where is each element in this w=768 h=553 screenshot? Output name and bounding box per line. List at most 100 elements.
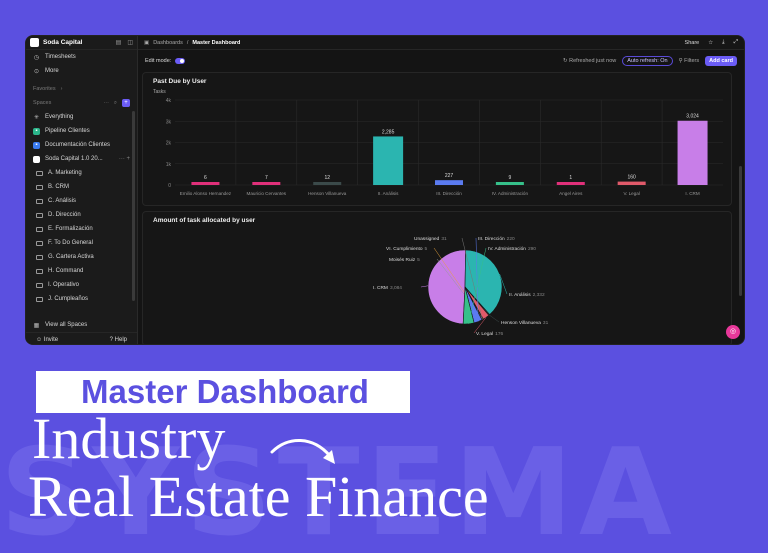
auto-refresh-button[interactable]: Auto refresh: On <box>622 56 673 66</box>
sidebar-folder-label: I. Operativo <box>48 282 80 288</box>
add-card-button[interactable]: Add card <box>705 56 737 66</box>
sidebar-folder-label: G. Cartera Activa <box>48 254 94 260</box>
bar[interactable] <box>191 182 220 185</box>
bar[interactable] <box>373 136 404 185</box>
sidebar-item-soda-space[interactable]: Soda Capital 1.0 20... ··· + <box>26 152 137 166</box>
topbar: ▣ Dashboards / Master Dashboard Share ☆ … <box>138 36 744 50</box>
dashboard-toolbar: Edit mode: ↻ Refreshed just now Auto ref… <box>138 51 744 71</box>
pie-label: Henson Villanueva 31 <box>501 320 549 326</box>
star-icon[interactable]: ☆ <box>708 40 713 46</box>
expand-icon[interactable]: ⤢ <box>734 39 738 46</box>
invite-button[interactable]: ☺ Invite <box>36 337 58 343</box>
space-icon <box>33 155 40 163</box>
refresh-label: Refreshed just now <box>569 58 617 64</box>
dashboard-icon: ▣ <box>144 39 150 46</box>
workspace-header[interactable]: Soda Capital ▤ ◫ <box>26 36 137 50</box>
help-button[interactable]: ? Help <box>110 337 127 343</box>
x-tick-label: V. Legal <box>623 191 639 196</box>
bar[interactable] <box>556 182 585 185</box>
bar[interactable] <box>313 182 342 185</box>
sidebar-folder-label: D. Dirección <box>48 212 81 218</box>
y-tick-label: 1k <box>166 162 172 168</box>
search-icon[interactable]: ⌕ <box>114 100 117 107</box>
sidebar-item-everything[interactable]: ✳ Everything <box>26 110 137 124</box>
everything-icon: ✳ <box>33 114 40 121</box>
folder-icon <box>36 184 43 190</box>
folder-icon <box>36 268 43 274</box>
sidebar-item-timesheets[interactable]: ◷ Timesheets <box>26 50 137 64</box>
sidebar-item-documentacion[interactable]: ▪ Documentación Clientes <box>26 138 137 152</box>
x-tick-label: Mauricio Cervantes <box>247 191 287 196</box>
bar-value-label: 2,285 <box>382 129 395 135</box>
sidebar-folder[interactable]: I. Operativo <box>26 278 137 292</box>
sidebar-item-label: Pipeline Clientes <box>45 128 90 134</box>
breadcrumb-separator: / <box>186 39 189 46</box>
bar-value-label: 6 <box>204 175 207 181</box>
sidebar-folder[interactable]: G. Cartera Activa <box>26 250 137 264</box>
bar[interactable] <box>252 182 281 185</box>
workspace-logo <box>30 38 39 47</box>
pie-label: Moisés Ruiz 5 <box>389 257 420 263</box>
sidebar-item-pipeline[interactable]: ▪ Pipeline Clientes <box>26 124 137 138</box>
favorites-header[interactable]: Favorites › <box>26 82 137 96</box>
sidebar-folder-label: B. CRM <box>48 184 69 190</box>
sidebar-item-label: Everything <box>45 114 74 120</box>
sidebar-item-more[interactable]: ⊙ More <box>26 64 137 78</box>
pie-label-name: VI. Cumplimiento <box>386 246 423 252</box>
auto-refresh-label: Auto refresh: On <box>627 58 668 64</box>
pie-label-name: Henson Villanueva <box>501 320 541 326</box>
bar[interactable] <box>677 120 708 185</box>
more-icon: ⊙ <box>33 68 40 75</box>
sidebar-folder[interactable]: E. Formalización <box>26 222 137 236</box>
industry-subtitle: Real Estate Finance <box>28 464 489 529</box>
pie-label: I. CRM 3,084 <box>373 285 402 291</box>
sidebar-folder[interactable]: C. Análisis <box>26 194 137 208</box>
inbox-icon[interactable]: ▤ <box>116 39 122 46</box>
grid-icon: ▦ <box>33 322 40 329</box>
main-scrollbar[interactable] <box>739 166 742 296</box>
pie-label-name: V. Legal <box>476 331 493 337</box>
bar-value-label: 12 <box>324 175 330 181</box>
bar-chart: Tasks4k 3k 2k 1k 0 6 Emilio Alonso Hernandez 7 M… <box>153 89 723 196</box>
pie-label: VI. Cumplimiento 5 <box>386 246 428 252</box>
y-tick-label: 0 <box>168 183 171 189</box>
breadcrumb-dashboards[interactable]: Dashboards <box>153 40 183 46</box>
ellipsis-icon[interactable]: ··· + <box>119 156 130 162</box>
filters-button[interactable]: ⚲ Filters <box>679 58 700 64</box>
x-tick-label: Henson Villanueva <box>308 191 347 196</box>
pie-label-value: 31 <box>441 236 447 242</box>
download-icon[interactable]: ⤓ <box>722 39 724 46</box>
pie-chart: I. CRM 3,084 II. Análisis 2,332 Henson Villa… <box>373 236 549 337</box>
assistant-button[interactable]: ◎ <box>726 325 740 339</box>
assistant-icon: ◎ <box>729 328 737 335</box>
layout-icon[interactable]: ◫ <box>127 39 133 46</box>
refresh-status[interactable]: ↻ Refreshed just now <box>563 58 616 64</box>
pie-slice[interactable] <box>427 249 466 325</box>
sidebar-folder[interactable]: B. CRM <box>26 180 137 194</box>
folder-icon <box>36 212 43 218</box>
x-tick-label: Angel Aires <box>559 191 583 196</box>
add-space-button[interactable]: + <box>122 99 130 107</box>
sidebar-folder[interactable]: A. Marketing <box>26 166 137 180</box>
industry-title: Industry <box>32 406 226 471</box>
bar-value-label: 160 <box>627 175 636 181</box>
share-button[interactable]: Share <box>685 40 700 46</box>
folder-icon <box>36 254 43 260</box>
pie-label-value: 2,332 <box>533 292 545 298</box>
doc-icon: ▪ <box>33 141 40 149</box>
sidebar-folder[interactable]: D. Dirección <box>26 208 137 222</box>
x-tick-label: III. Dirección <box>436 191 462 196</box>
edit-mode-toggle[interactable] <box>175 58 186 64</box>
bar[interactable] <box>435 180 463 185</box>
bar[interactable] <box>617 181 646 185</box>
pie-label: IV. Administración 290 <box>488 246 536 252</box>
sidebar-scrollbar[interactable] <box>132 111 135 301</box>
sidebar-folder[interactable]: H. Command <box>26 264 137 278</box>
sidebar-folder[interactable]: F. To Do General <box>26 236 137 250</box>
view-all-spaces[interactable]: ▦ View all Spaces <box>26 318 94 332</box>
ellipsis-icon[interactable]: ··· <box>103 100 109 106</box>
bar[interactable] <box>495 182 524 185</box>
sidebar-folder[interactable]: J. Cumpleaños <box>26 292 137 306</box>
pie-label-name: Moisés Ruiz <box>389 257 416 263</box>
bar-value-label: 9 <box>508 175 511 181</box>
